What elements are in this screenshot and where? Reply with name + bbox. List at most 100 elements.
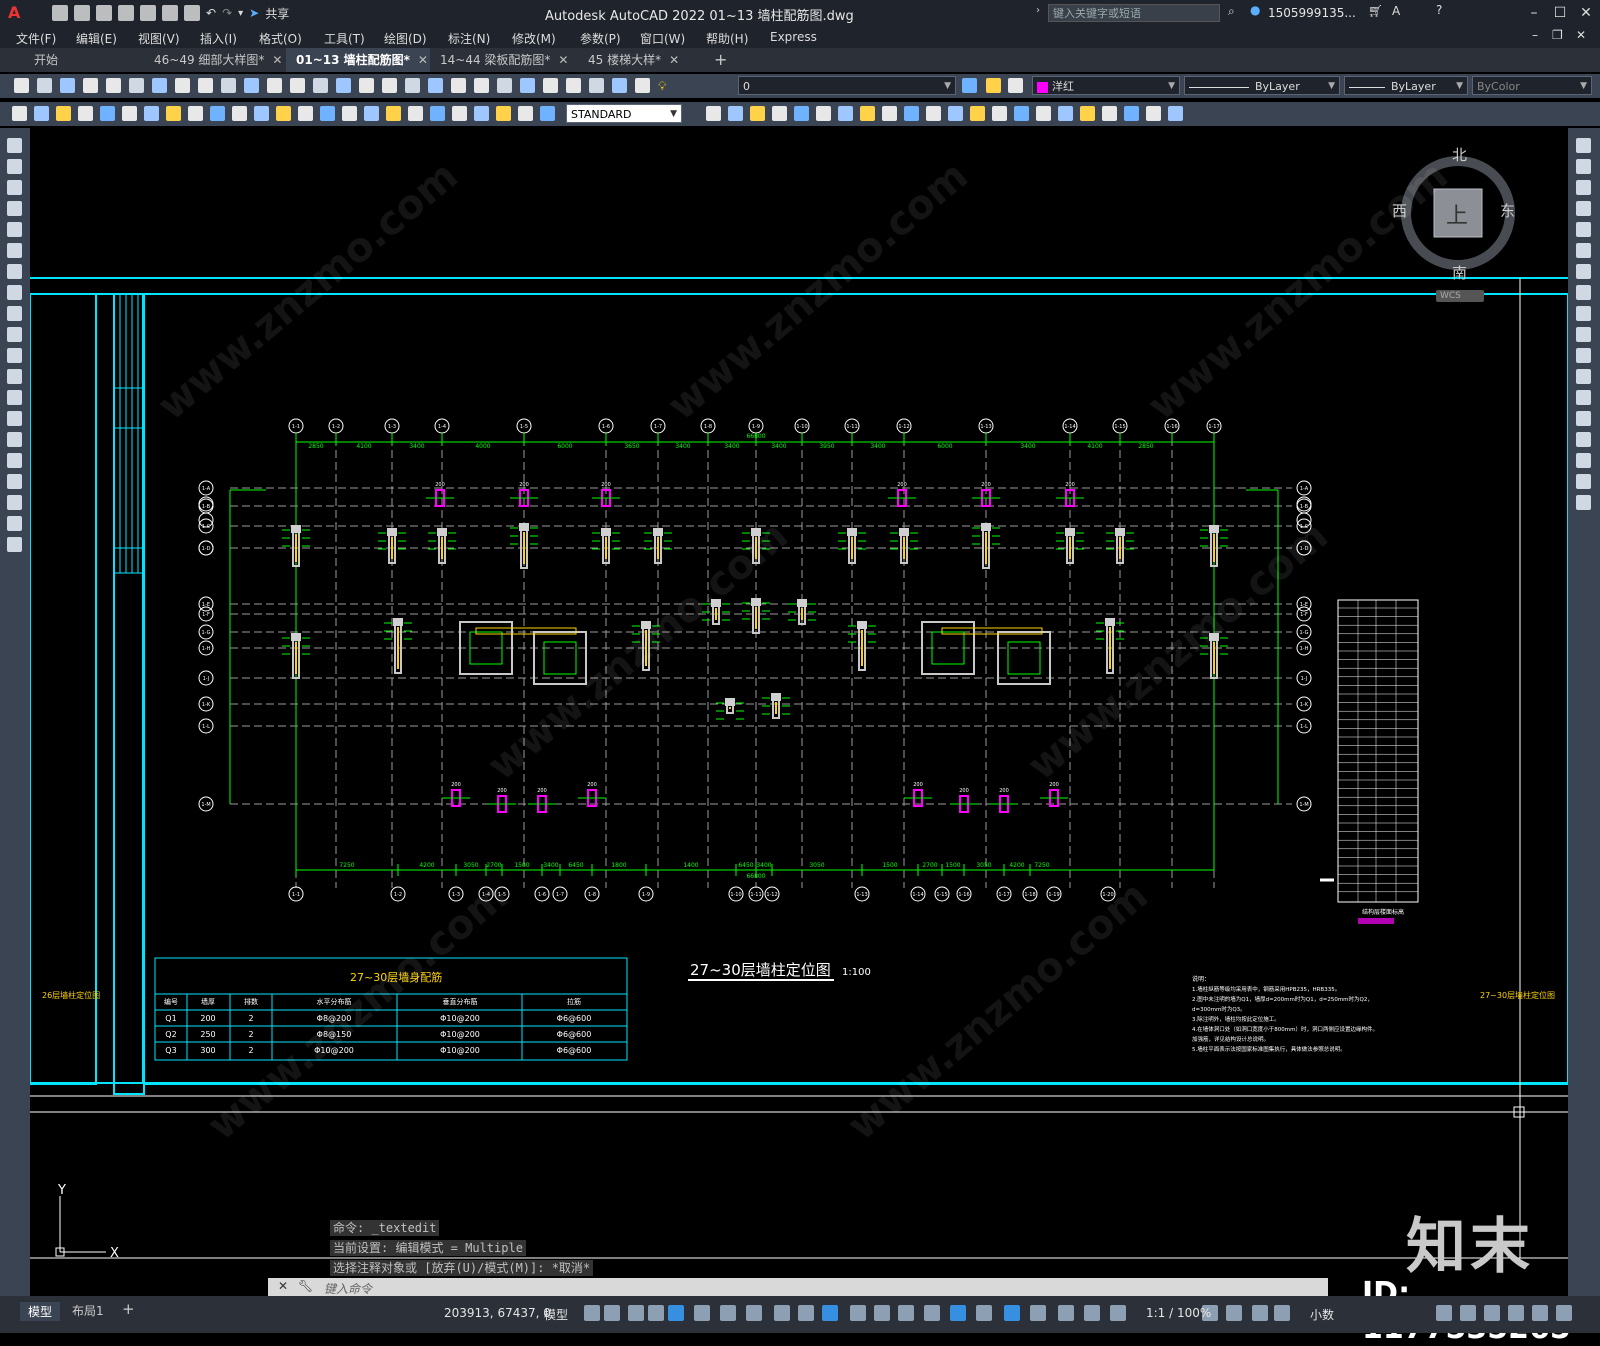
- dim-tool-icon[interactable]: [750, 106, 765, 121]
- doc-restore-button[interactable]: ❐: [1552, 28, 1563, 42]
- status-toggle-icon[interactable]: [604, 1305, 620, 1321]
- close-tab-icon[interactable]: ✕: [418, 53, 428, 67]
- modify-tool-icon[interactable]: [1576, 243, 1591, 258]
- dim-tool-icon[interactable]: [78, 106, 93, 121]
- dim-tool-icon[interactable]: [12, 106, 27, 121]
- dim-tool-icon[interactable]: [706, 106, 721, 121]
- dim-tool-icon[interactable]: [408, 106, 423, 121]
- status-toggle-icon[interactable]: [850, 1305, 866, 1321]
- menu-draw[interactable]: 绘图(D): [384, 30, 427, 47]
- standard-tool-icon[interactable]: [635, 78, 650, 93]
- status-toggle-icon[interactable]: [648, 1305, 664, 1321]
- dim-tool-icon[interactable]: [100, 106, 115, 121]
- status-toggle-icon[interactable]: [584, 1305, 600, 1321]
- status-toggle-icon[interactable]: [1556, 1305, 1572, 1321]
- dim-tool-icon[interactable]: [452, 106, 467, 121]
- draw-tool-icon[interactable]: [7, 138, 22, 153]
- modify-tool-icon[interactable]: [1576, 222, 1591, 237]
- standard-tool-icon[interactable]: [60, 78, 75, 93]
- compass-south[interactable]: 南: [1452, 262, 1467, 283]
- standard-tool-icon[interactable]: [382, 78, 397, 93]
- menu-modify[interactable]: 修改(M): [512, 30, 556, 47]
- standard-tool-icon[interactable]: [520, 78, 535, 93]
- dim-tool-icon[interactable]: [430, 106, 445, 121]
- standard-tool-icon[interactable]: [221, 78, 236, 93]
- modify-tool-icon[interactable]: [1576, 453, 1591, 468]
- modify-tool-icon[interactable]: [1576, 390, 1591, 405]
- menu-edit[interactable]: 编辑(E): [76, 30, 117, 47]
- dim-tool-icon[interactable]: [1036, 106, 1051, 121]
- maximize-button[interactable]: ☐: [1550, 3, 1570, 23]
- standard-tool-icon[interactable]: [37, 78, 52, 93]
- standard-tool-icon[interactable]: [14, 78, 29, 93]
- new-file-icon[interactable]: [52, 5, 68, 21]
- dim-tool-icon[interactable]: [34, 106, 49, 121]
- standard-tool-icon[interactable]: [474, 78, 489, 93]
- layer-tool-icon[interactable]: [986, 78, 1001, 93]
- dim-tool-icon[interactable]: [122, 106, 137, 121]
- draw-tool-icon[interactable]: [7, 243, 22, 258]
- search-input[interactable]: 键入关键字或短语: [1048, 4, 1220, 22]
- redo-icon[interactable]: ↷: [222, 6, 232, 20]
- draw-tool-icon[interactable]: [7, 222, 22, 237]
- dim-tool-icon[interactable]: [1102, 106, 1117, 121]
- draw-tool-icon[interactable]: [7, 432, 22, 447]
- draw-tool-icon[interactable]: [7, 159, 22, 174]
- dim-tool-icon[interactable]: [1124, 106, 1139, 121]
- modify-tool-icon[interactable]: [1576, 348, 1591, 363]
- dim-tool-icon[interactable]: [794, 106, 809, 121]
- dim-tool-icon[interactable]: [298, 106, 313, 121]
- undo-icon[interactable]: ↶: [206, 6, 216, 20]
- modify-tool-icon[interactable]: [1576, 411, 1591, 426]
- standard-tool-icon[interactable]: [543, 78, 558, 93]
- status-toggle-icon[interactable]: [924, 1305, 940, 1321]
- dim-tool-icon[interactable]: [232, 106, 247, 121]
- dim-tool-icon[interactable]: [1168, 106, 1183, 121]
- dim-tool-icon[interactable]: [518, 106, 533, 121]
- close-tab-icon[interactable]: ✕: [272, 53, 282, 67]
- draw-tool-icon[interactable]: [7, 180, 22, 195]
- draw-tool-icon[interactable]: [7, 264, 22, 279]
- dim-tool-icon[interactable]: [948, 106, 963, 121]
- layer-tool-icon[interactable]: [1008, 78, 1023, 93]
- status-toggle-icon[interactable]: [1252, 1305, 1268, 1321]
- dim-tool-icon[interactable]: [540, 106, 555, 121]
- status-toggle-icon[interactable]: [798, 1305, 814, 1321]
- standard-tool-icon[interactable]: [405, 78, 420, 93]
- standard-tool-icon[interactable]: [198, 78, 213, 93]
- menu-parametric[interactable]: 参数(P): [580, 30, 621, 47]
- annotation-scale[interactable]: 1:1 / 100%: [1146, 1306, 1211, 1320]
- standard-tool-icon[interactable]: [267, 78, 282, 93]
- modify-tool-icon[interactable]: [1576, 264, 1591, 279]
- tab-wall-column[interactable]: 01~13 墙柱配筋图* ✕: [286, 48, 430, 72]
- status-toggle-icon[interactable]: [694, 1305, 710, 1321]
- modify-tool-icon[interactable]: [1576, 495, 1591, 510]
- dim-tool-icon[interactable]: [386, 106, 401, 121]
- draw-tool-icon[interactable]: [7, 390, 22, 405]
- draw-tool-icon[interactable]: [7, 495, 22, 510]
- status-toggle-icon[interactable]: [1084, 1305, 1100, 1321]
- draw-tool-icon[interactable]: [7, 285, 22, 300]
- layer-on-icon[interactable]: 💡︎: [658, 79, 666, 94]
- modify-tool-icon[interactable]: [1576, 432, 1591, 447]
- dim-tool-icon[interactable]: [1058, 106, 1073, 121]
- tab-stair[interactable]: 45 楼梯大样* ✕: [578, 48, 702, 72]
- dim-tool-icon[interactable]: [838, 106, 853, 121]
- save-as-icon[interactable]: [118, 5, 134, 21]
- dim-tool-icon[interactable]: [904, 106, 919, 121]
- draw-tool-icon[interactable]: [7, 474, 22, 489]
- standard-tool-icon[interactable]: [451, 78, 466, 93]
- status-toggle-icon[interactable]: [1532, 1305, 1548, 1321]
- draw-tool-icon[interactable]: [7, 348, 22, 363]
- autodesk-a360-icon[interactable]: A: [1392, 4, 1400, 18]
- draw-tool-icon[interactable]: [7, 453, 22, 468]
- modify-tool-icon[interactable]: [1576, 180, 1591, 195]
- status-toggle-icon[interactable]: [628, 1305, 644, 1321]
- compass-north[interactable]: 北: [1452, 144, 1467, 165]
- plotstyle-dropdown[interactable]: ByColor ▼: [1472, 76, 1592, 95]
- modify-tool-icon[interactable]: [1576, 474, 1591, 489]
- menu-file[interactable]: 文件(F): [16, 30, 56, 47]
- status-toggle-icon[interactable]: [668, 1305, 684, 1321]
- help-icon[interactable]: ?: [1436, 3, 1442, 17]
- command-input[interactable]: 键入命令: [324, 1280, 372, 1297]
